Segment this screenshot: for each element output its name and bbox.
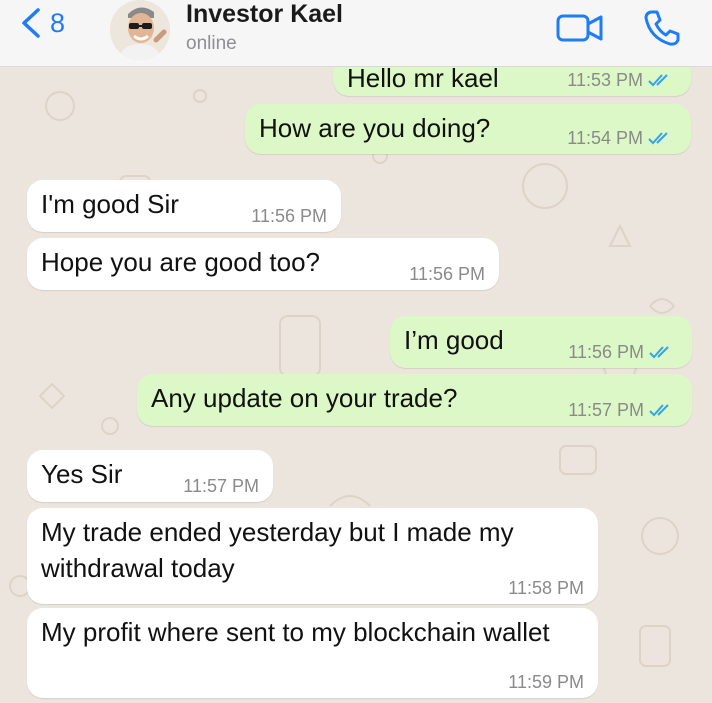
message-text: Yes Sir bbox=[41, 459, 123, 489]
message-timestamp: 11:57 PM bbox=[568, 400, 644, 420]
incoming-message[interactable]: I'm good Sir 11:56 PM bbox=[27, 180, 341, 232]
message-text: Hello mr kael bbox=[347, 66, 499, 93]
incoming-message[interactable]: My trade ended yesterday but I made my w… bbox=[27, 508, 598, 604]
incoming-message[interactable]: My profit where sent to my blockchain wa… bbox=[27, 608, 598, 698]
outgoing-message[interactable]: Any update on your trade? 11:57 PM bbox=[137, 374, 692, 426]
message-meta: 11:56 PM bbox=[409, 264, 485, 284]
message-meta: 11:53 PM bbox=[567, 70, 677, 90]
message-text: Hope you are good too? bbox=[41, 247, 320, 277]
message-meta: 11:58 PM bbox=[508, 578, 584, 598]
incoming-message[interactable]: Yes Sir 11:57 PM bbox=[27, 450, 273, 502]
chat-header: 8 Investor Kael online bbox=[0, 0, 712, 67]
message-text: My profit where sent to my blockchain wa… bbox=[41, 617, 550, 647]
message-timestamp: 11:57 PM bbox=[183, 476, 259, 496]
message-timestamp: 11:56 PM bbox=[251, 206, 327, 226]
message-timestamp: 11:53 PM bbox=[567, 70, 643, 90]
outgoing-message[interactable]: How are you doing? 11:54 PM bbox=[245, 104, 691, 154]
video-camera-icon[interactable] bbox=[556, 12, 604, 44]
unread-count: 8 bbox=[50, 7, 66, 38]
message-list[interactable]: Hello mr kael 11:53 PM How are you doing? 1… bbox=[0, 66, 712, 703]
read-receipt-icon bbox=[649, 346, 669, 359]
message-timestamp: 11:56 PM bbox=[409, 264, 485, 284]
incoming-message[interactable]: Hope you are good too? 11:56 PM bbox=[27, 238, 499, 290]
outgoing-message[interactable]: Hello mr kael 11:53 PM bbox=[333, 66, 691, 96]
message-meta: 11:56 PM bbox=[568, 342, 678, 362]
message-timestamp: 11:59 PM bbox=[508, 672, 584, 692]
message-text: How are you doing? bbox=[259, 113, 491, 143]
read-receipt-icon bbox=[649, 404, 669, 417]
message-text: My trade ended yesterday but I made my w… bbox=[41, 517, 514, 583]
contact-status: online bbox=[186, 33, 237, 54]
chevron-left-icon bbox=[22, 8, 40, 38]
message-timestamp: 11:56 PM bbox=[568, 342, 644, 362]
message-timestamp: 11:58 PM bbox=[508, 578, 584, 598]
message-meta: 11:56 PM bbox=[251, 206, 327, 226]
phone-icon[interactable] bbox=[642, 8, 682, 48]
read-receipt-icon bbox=[648, 74, 668, 87]
message-meta: 11:59 PM bbox=[508, 672, 584, 692]
message-timestamp: 11:54 PM bbox=[567, 128, 643, 148]
message-meta: 11:54 PM bbox=[567, 128, 677, 148]
message-meta: 11:57 PM bbox=[568, 400, 678, 420]
message-text: Any update on your trade? bbox=[151, 383, 458, 413]
contact-avatar[interactable] bbox=[110, 0, 170, 60]
back-button[interactable]: 8 bbox=[18, 6, 65, 40]
outgoing-message[interactable]: I’m good 11:56 PM bbox=[390, 316, 692, 368]
message-meta: 11:57 PM bbox=[183, 476, 259, 496]
contact-name[interactable]: Investor Kael bbox=[186, 0, 343, 29]
message-text: I'm good Sir bbox=[41, 189, 179, 219]
read-receipt-icon bbox=[648, 132, 668, 145]
message-text: I’m good bbox=[404, 325, 504, 355]
